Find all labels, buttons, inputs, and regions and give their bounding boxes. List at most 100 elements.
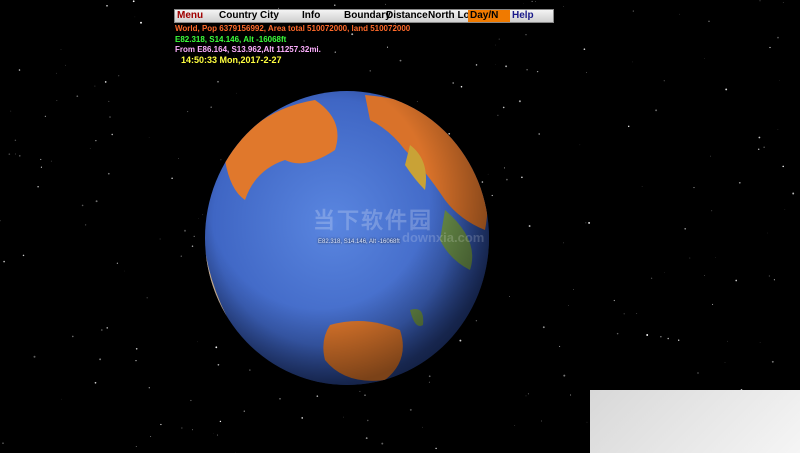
star bbox=[134, 16, 136, 18]
star bbox=[505, 65, 508, 68]
star bbox=[585, 72, 587, 73]
star bbox=[525, 34, 527, 36]
star bbox=[641, 186, 643, 187]
star bbox=[727, 340, 728, 342]
star bbox=[367, 419, 369, 422]
menu-item-city[interactable]: City bbox=[258, 10, 300, 22]
star bbox=[106, 327, 108, 329]
star bbox=[108, 100, 110, 102]
star bbox=[585, 222, 587, 224]
star bbox=[667, 337, 669, 340]
star bbox=[181, 427, 183, 429]
star bbox=[636, 313, 638, 314]
star bbox=[14, 139, 17, 141]
star bbox=[192, 429, 193, 431]
star bbox=[106, 5, 108, 7]
star bbox=[588, 221, 591, 224]
star bbox=[514, 425, 516, 426]
star bbox=[541, 420, 542, 422]
menu-item-distance[interactable]: Distance bbox=[384, 10, 428, 22]
star bbox=[758, 136, 761, 139]
world-stats-text: World, Pop 6379156992, Area total 510072… bbox=[175, 24, 411, 33]
star bbox=[506, 178, 508, 181]
star bbox=[660, 336, 662, 338]
menu-item-help[interactable]: Help bbox=[510, 10, 552, 22]
star bbox=[217, 80, 219, 83]
menu-item-boundary[interactable]: Boundary bbox=[342, 10, 391, 22]
star bbox=[10, 110, 12, 112]
star bbox=[65, 64, 66, 66]
star bbox=[364, 394, 366, 396]
star bbox=[369, 70, 371, 72]
star bbox=[178, 158, 179, 159]
star bbox=[104, 81, 107, 83]
menu-item-country[interactable]: Country bbox=[217, 10, 258, 22]
star bbox=[684, 227, 687, 230]
menu-item-info[interactable]: Info bbox=[300, 10, 342, 22]
star bbox=[534, 0, 536, 2]
star bbox=[422, 426, 423, 428]
star bbox=[19, 155, 21, 157]
star bbox=[712, 303, 714, 305]
star bbox=[171, 177, 173, 180]
star bbox=[518, 100, 521, 103]
star bbox=[56, 72, 57, 74]
star bbox=[536, 70, 539, 73]
star bbox=[180, 255, 182, 257]
star bbox=[538, 133, 541, 135]
star bbox=[184, 229, 186, 232]
clock-datetime: 14:50:33 Mon,2017-2-27 bbox=[181, 55, 282, 65]
star bbox=[693, 187, 695, 189]
star bbox=[135, 445, 137, 448]
star bbox=[563, 242, 564, 244]
star bbox=[409, 408, 412, 411]
star bbox=[708, 20, 710, 23]
star bbox=[738, 181, 741, 184]
viewpoint-coordinates-text: From E86.164, S13.962,Alt 11257.32mi. bbox=[175, 45, 321, 54]
star bbox=[81, 204, 84, 207]
star bbox=[99, 358, 102, 361]
star bbox=[646, 334, 649, 336]
star bbox=[385, 3, 387, 5]
cursor-coordinate-label: E82.318, S14.146, Alt -16068ft bbox=[318, 239, 400, 245]
star bbox=[116, 262, 119, 264]
star bbox=[8, 153, 11, 155]
star bbox=[191, 245, 194, 247]
star bbox=[568, 305, 569, 306]
star bbox=[495, 44, 496, 46]
star bbox=[109, 116, 111, 118]
star bbox=[563, 6, 564, 7]
star bbox=[150, 436, 152, 437]
star bbox=[509, 296, 510, 298]
star bbox=[132, 0, 135, 3]
star bbox=[135, 359, 137, 362]
star bbox=[365, 437, 368, 440]
menu-item-day-night[interactable]: Day/N bbox=[468, 10, 510, 22]
star bbox=[759, 342, 761, 343]
menu-item-north-lock[interactable]: North Lock bbox=[426, 10, 481, 22]
star bbox=[399, 59, 402, 62]
star bbox=[583, 48, 586, 51]
star bbox=[94, 381, 97, 384]
star bbox=[146, 297, 148, 299]
star bbox=[773, 279, 775, 281]
star bbox=[757, 148, 760, 151]
star bbox=[650, 277, 653, 279]
star bbox=[715, 257, 716, 258]
star bbox=[498, 38, 500, 40]
menu-item-menu[interactable]: Menu bbox=[175, 10, 217, 22]
star bbox=[94, 85, 96, 87]
star bbox=[573, 289, 575, 291]
star bbox=[160, 423, 162, 426]
star bbox=[381, 442, 384, 445]
star bbox=[526, 69, 528, 71]
star bbox=[351, 33, 354, 36]
star bbox=[531, 0, 533, 2]
star bbox=[792, 192, 795, 195]
star bbox=[107, 172, 110, 175]
star bbox=[303, 40, 305, 42]
star bbox=[61, 398, 62, 400]
star bbox=[663, 80, 665, 82]
star bbox=[301, 417, 304, 419]
star bbox=[777, 36, 779, 39]
